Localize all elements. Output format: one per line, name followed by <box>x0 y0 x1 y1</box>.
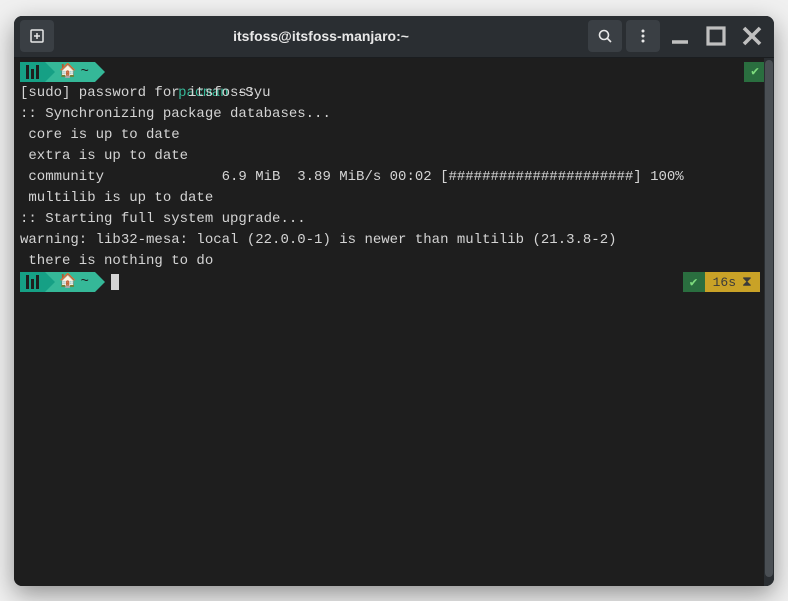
manjaro-logo-segment <box>20 272 45 292</box>
maximize-button[interactable] <box>700 20 732 52</box>
minimize-button[interactable] <box>664 20 696 52</box>
segment-separator <box>45 62 55 82</box>
check-icon: ✔ <box>751 61 759 82</box>
scrollbar[interactable] <box>764 58 774 586</box>
output-line: extra is up to date <box>20 146 768 167</box>
hourglass-icon <box>742 275 752 289</box>
right-status: ✔ 16s <box>683 272 760 292</box>
status-ok-badge: ✔ <box>683 272 705 292</box>
path-text: ~ <box>80 272 88 293</box>
elapsed-time: 16s <box>713 272 736 293</box>
home-icon: 🏠 <box>59 62 76 83</box>
output-line: [sudo] password for itsfoss: <box>20 83 768 104</box>
output-line: multilib is up to date <box>20 188 768 209</box>
manjaro-icon <box>26 65 39 79</box>
status-time-badge: 16s <box>705 272 760 292</box>
home-icon: 🏠 <box>59 272 76 293</box>
status-ok-badge: ✔ <box>744 62 766 82</box>
check-icon: ✔ <box>690 272 698 293</box>
menu-button[interactable] <box>626 20 660 52</box>
output-line: there is nothing to do <box>20 251 768 272</box>
titlebar: itsfoss@itsfoss-manjaro:~ <box>14 16 774 58</box>
output-line: core is up to date <box>20 125 768 146</box>
segment-separator <box>45 272 55 292</box>
manjaro-logo-segment <box>20 62 45 82</box>
scrollbar-thumb[interactable] <box>765 60 773 577</box>
search-button[interactable] <box>588 20 622 52</box>
prompt-line: 🏠 ~ ✔ 16s <box>20 272 768 293</box>
cmd-sudo: sudo <box>178 58 212 59</box>
window-title: itsfoss@itsfoss-manjaro:~ <box>60 28 582 44</box>
prompt-line: 🏠 ~ sudo pacman -Syu <box>20 62 768 83</box>
terminal-window: itsfoss@itsfoss-manjaro:~ <box>14 16 774 586</box>
cursor <box>111 274 119 290</box>
segment-separator <box>95 272 105 292</box>
output-line: :: Starting full system upgrade... <box>20 209 768 230</box>
output-line: :: Synchronizing package databases... <box>20 104 768 125</box>
new-tab-button[interactable] <box>20 20 54 52</box>
segment-separator <box>95 62 105 82</box>
terminal-body[interactable]: 🏠 ~ sudo pacman -Syu ✔ [sudo] password f… <box>14 58 774 586</box>
path-text: ~ <box>80 62 88 83</box>
close-button[interactable] <box>736 20 768 52</box>
output-line: community 6.9 MiB 3.89 MiB/s 00:02 [####… <box>20 167 768 188</box>
manjaro-icon <box>26 275 39 289</box>
output-line: warning: lib32-mesa: local (22.0.0-1) is… <box>20 230 768 251</box>
